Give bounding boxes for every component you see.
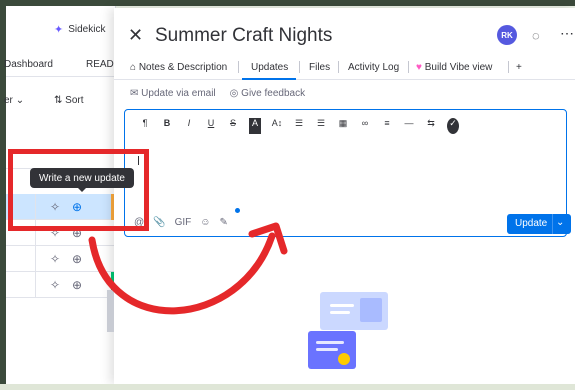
annotation-arrow	[88, 222, 288, 315]
screenshot-stage: ✦ Sidekick Dashboard READ er ⌄ ⇅ Sort ✧ …	[0, 0, 575, 390]
frame-bottom	[0, 384, 575, 390]
arrow-curve	[88, 232, 276, 315]
